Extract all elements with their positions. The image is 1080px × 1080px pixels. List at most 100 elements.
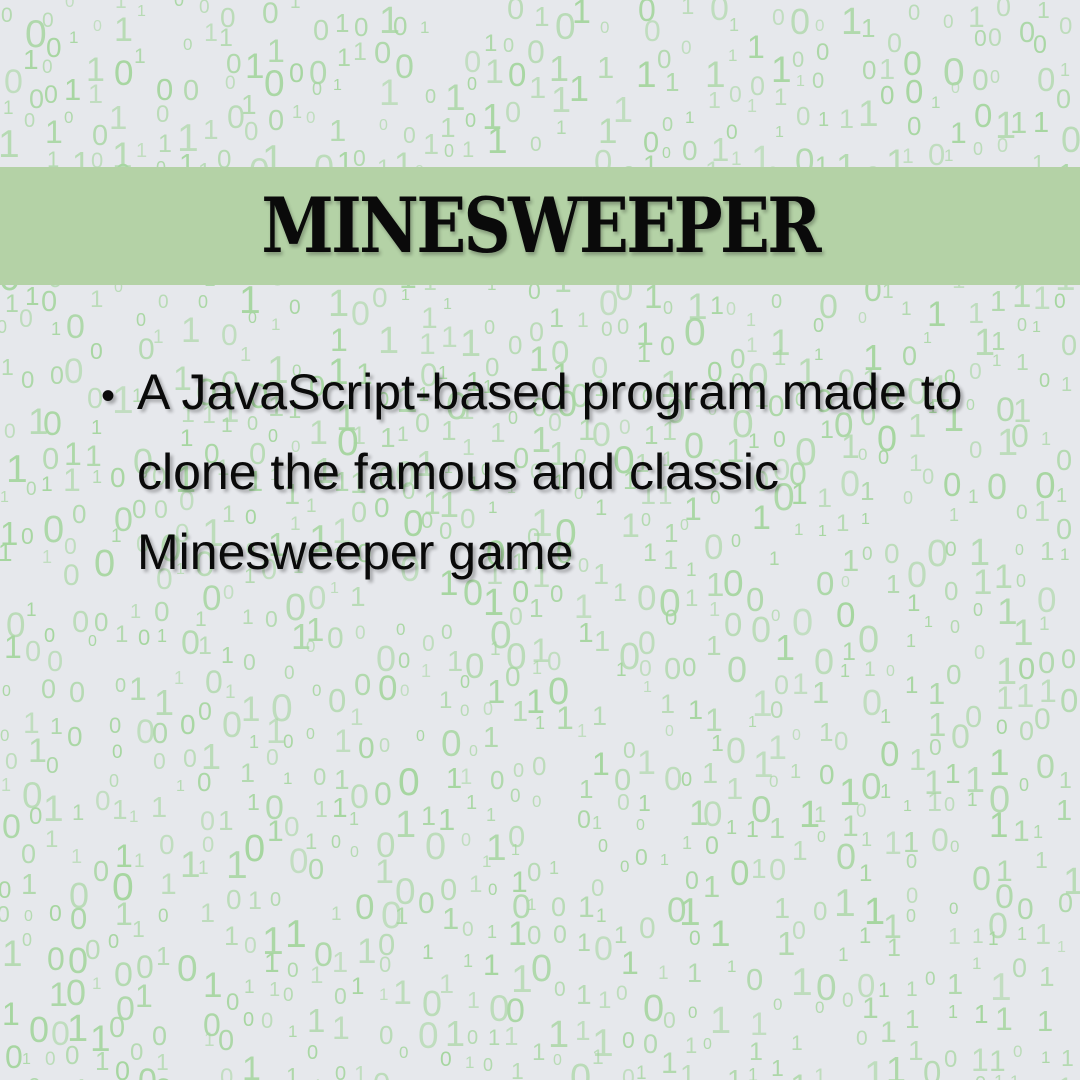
binary-digit: 1 <box>21 869 38 901</box>
binary-digit: 0 <box>244 828 266 870</box>
binary-digit: 1 <box>460 764 473 789</box>
binary-digit: 1 <box>592 746 610 782</box>
binary-digit: 1 <box>1037 0 1050 23</box>
binary-digit: 0 <box>689 927 701 950</box>
binary-digit: 1 <box>0 489 9 506</box>
binary-digit: 0 <box>1019 775 1030 795</box>
binary-digit: 1 <box>115 621 129 648</box>
binary-digit: 0 <box>617 314 630 339</box>
binary-digit: 1 <box>569 68 590 109</box>
binary-digit: 1 <box>887 934 901 962</box>
binary-digit: 0 <box>1013 1042 1023 1061</box>
binary-digit: 0 <box>484 317 496 339</box>
binary-digit: 0 <box>66 972 87 1013</box>
binary-digit: 0 <box>460 701 470 720</box>
binary-digit: 0 <box>69 677 86 709</box>
binary-digit: 1 <box>136 140 148 162</box>
binary-digit: 1 <box>682 833 693 853</box>
binary-digit: 0 <box>622 1064 635 1080</box>
binary-digit: 1 <box>660 689 676 719</box>
binary-digit: 0 <box>350 844 359 861</box>
binary-digit: 0 <box>418 887 435 920</box>
binary-digit: 0 <box>726 299 737 319</box>
binary-digit: 1 <box>1032 319 1041 336</box>
binary-digit: 0 <box>266 744 279 770</box>
binary-digit: 0 <box>931 822 949 858</box>
binary-digit: 1 <box>838 945 849 966</box>
binary-digit: 1 <box>310 962 324 989</box>
binary-digit: 1 <box>1037 1006 1054 1038</box>
binary-digit: 1 <box>748 1065 759 1080</box>
binary-digit: 0 <box>29 1009 50 1050</box>
bullet-text: A JavaScript-based program made to clone… <box>137 364 963 580</box>
binary-digit: 1 <box>708 87 721 113</box>
binary-digit: 1 <box>702 758 719 790</box>
binary-digit: 1 <box>880 706 892 728</box>
binary-digit: 0 <box>158 906 169 927</box>
binary-digit: 1 <box>156 1049 169 1075</box>
binary-digit: 0 <box>862 55 877 85</box>
binary-digit: 0 <box>283 732 294 753</box>
binary-digit: 0 <box>836 836 857 877</box>
binary-digit: 1 <box>1 354 14 380</box>
binary-digit: 0 <box>306 637 316 656</box>
binary-digit: 0 <box>951 80 960 97</box>
binary-digit: 0 <box>308 854 325 886</box>
binary-digit: 0 <box>527 920 542 950</box>
binary-digit: 0 <box>815 998 825 1017</box>
binary-digit: 1 <box>747 29 765 65</box>
binary-digit: 1 <box>995 1001 1013 1037</box>
binary-digit: 1 <box>176 778 185 795</box>
binary-digit: 1 <box>156 941 171 971</box>
binary-digit: 1 <box>438 802 456 837</box>
binary-digit: 1 <box>974 999 989 1029</box>
binary-digit: 1 <box>332 947 349 979</box>
binary-digit: 0 <box>183 745 197 773</box>
binary-digit: 1 <box>241 690 261 729</box>
binary-digit: 1 <box>812 675 830 710</box>
binary-digit: 1 <box>549 858 560 878</box>
binary-digit: 0 <box>467 1027 479 1049</box>
binary-digit: 0 <box>42 441 60 476</box>
binary-digit: 0 <box>0 901 10 927</box>
binary-digit: 0 <box>1017 315 1028 335</box>
binary-digit: 1 <box>971 1042 989 1078</box>
binary-digit: 0 <box>773 995 783 1014</box>
binary-digit: 0 <box>5 1039 23 1075</box>
binary-digit: 0 <box>114 54 134 93</box>
binary-digit: 0 <box>393 11 408 41</box>
binary-digit: 1 <box>592 813 603 833</box>
binary-digit: 0 <box>531 948 553 990</box>
binary-digit: 0 <box>813 896 828 926</box>
binary-digit: 1 <box>529 70 547 105</box>
binary-digit: 0 <box>943 12 954 33</box>
binary-digit: 1 <box>711 730 724 756</box>
binary-digit: 0 <box>483 1055 494 1075</box>
binary-digit: 0 <box>530 133 542 156</box>
binary-digit: 0 <box>331 832 342 852</box>
binary-digit: 1 <box>861 829 873 851</box>
binary-digit: 1 <box>307 1002 326 1039</box>
binary-digit: 1 <box>463 951 474 971</box>
binary-digit: 0 <box>944 1046 958 1073</box>
binary-digit: 0 <box>49 900 62 926</box>
binary-digit: 1 <box>195 608 207 631</box>
binary-digit: 1 <box>532 1039 546 1066</box>
binary-digit: 0 <box>703 795 723 834</box>
binary-digit: 0 <box>0 877 12 904</box>
binary-digit: 0 <box>313 764 327 791</box>
binary-digit: 0 <box>199 0 210 18</box>
binary-digit: 1 <box>534 1 550 32</box>
binary-digit: 1 <box>22 1051 31 1068</box>
page-title: MINESWEEPER <box>261 181 821 270</box>
binary-digit: 0 <box>973 139 984 159</box>
binary-digit: 1 <box>157 626 168 646</box>
binary-digit: 1 <box>636 54 657 95</box>
binary-digit: 0 <box>812 68 825 93</box>
binary-digit: 1 <box>181 311 201 350</box>
binary-digit: 0 <box>577 806 591 834</box>
binary-digit: 0 <box>1039 370 1051 392</box>
binary-digit: 0 <box>154 1074 173 1080</box>
bullet-item: • A JavaScript-based program made to clo… <box>90 352 1020 592</box>
binary-digit: 1 <box>576 979 592 1010</box>
